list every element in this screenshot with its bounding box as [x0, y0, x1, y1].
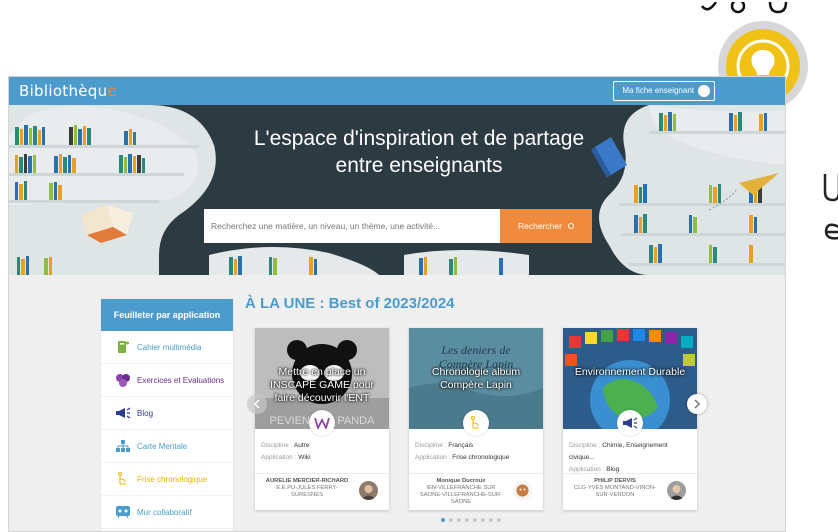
- discipline-value: Autre: [293, 442, 310, 449]
- cropped-side-text-fragment: [823, 174, 838, 267]
- carousel-dot[interactable]: [465, 518, 469, 522]
- application-value: Frise chronologique: [452, 454, 510, 461]
- chevron-right-icon: [694, 399, 701, 409]
- carousel-dot[interactable]: [489, 518, 493, 522]
- megaphone-icon: [115, 406, 131, 420]
- web-page: Bibliothèque Ma fiche enseignant L'espac…: [8, 76, 786, 532]
- sidebar-item-mur-collaboratif[interactable]: Mur collaboratif: [101, 496, 233, 529]
- carousel-dot[interactable]: [457, 518, 461, 522]
- discipline-label: Discipline :: [261, 442, 293, 449]
- carousel-dot[interactable]: [449, 518, 453, 522]
- main-content: Feuilleter par application Cahier multim…: [9, 275, 785, 531]
- featured-card[interactable]: Environnement Durable Discipline : Chimi…: [563, 328, 697, 510]
- featured-card[interactable]: Les deniers de Compère Lapin Chronologie…: [409, 328, 543, 510]
- mindmap-icon: [115, 439, 131, 453]
- discipline-value: Français: [448, 442, 474, 449]
- application-sidebar: Feuilleter par application Cahier multim…: [101, 299, 233, 531]
- application-label: Application :: [415, 454, 451, 461]
- sidebar-item-carte-mentale[interactable]: Carte Mentale: [101, 430, 233, 463]
- avatar: [513, 481, 532, 500]
- sidebar-item-blog[interactable]: Blog: [101, 397, 233, 430]
- screen: { "app": { "logo_main": "Bibliothèqu", "…: [0, 0, 838, 532]
- sidebar-item-cahier-multimedia[interactable]: Cahier multimédia: [101, 331, 233, 364]
- hero-title: L'espace d'inspiration et de partage ent…: [253, 127, 585, 177]
- search-bar: Rechercher: [204, 209, 592, 243]
- card-author: Monique Ducroux IEN-VILLEFRANCHE SUR SAON…: [409, 473, 543, 510]
- search-button[interactable]: Rechercher: [500, 209, 592, 243]
- avatar: [667, 481, 686, 500]
- discipline-label: Discipline :: [415, 442, 447, 449]
- card-author: PHILIP DERVIS CLG-YVES MONTAND-VINON-SUR-…: [563, 473, 697, 510]
- author-name: AURELIE MERCIER-RICHARD: [265, 478, 349, 484]
- application-value: Blog: [606, 466, 620, 473]
- carousel-dot[interactable]: [473, 518, 477, 522]
- avatar: [359, 481, 378, 500]
- search-button-label: Rechercher: [518, 221, 562, 231]
- logo-main: Bibliothèqu: [19, 82, 108, 100]
- carousel-prev-button[interactable]: [247, 394, 267, 414]
- carousel-dot[interactable]: [481, 518, 485, 522]
- timeline-icon: [463, 410, 489, 436]
- featured-section-title: À LA UNE : Best of 2023/2024: [245, 295, 455, 312]
- cropped-text-shape: [701, 0, 788, 14]
- card-details: Discipline : Autre Application : Wiki: [261, 440, 385, 464]
- sidebar-item-frise-chronologique[interactable]: Frise chronologique: [101, 463, 233, 496]
- card-title: Environnement Durable: [574, 366, 686, 378]
- teacher-profile-button[interactable]: Ma fiche enseignant: [613, 81, 715, 101]
- user-icon: [698, 85, 710, 97]
- megaphone-icon: [617, 410, 643, 436]
- sidebar-item-exercices[interactable]: Exercices et Evaluations: [101, 364, 233, 397]
- author-name: Monique Ducroux: [436, 478, 486, 484]
- teacher-profile-label: Ma fiche enseignant: [622, 86, 694, 95]
- wiki-icon: [309, 410, 335, 436]
- carousel-dot[interactable]: [441, 518, 445, 522]
- sidebar-item-label: Blog: [137, 409, 154, 418]
- cropped-heading-fragment: [700, 0, 820, 14]
- author-school: IEN-VILLEFRANCHE SUR SAONE-VILLEFRANCHE-…: [419, 485, 503, 505]
- card-details: Discipline : Français Application : Fris…: [415, 440, 539, 464]
- timeline-icon: [115, 472, 131, 486]
- wall-icon: [115, 505, 131, 519]
- sidebar-item-label: Carte Mentale: [137, 442, 188, 451]
- sidebar-header: Feuilleter par application: [101, 299, 233, 331]
- featured-card[interactable]: PEVIENS AS PANDA Mettre en place un INSC…: [255, 328, 389, 510]
- author-school: CLG-YVES MONTAND-VINON-SUR-VERDON: [573, 485, 657, 498]
- application-label: Application :: [261, 454, 297, 461]
- card-author: AURELIE MERCIER-RICHARD E.E.PU-JULES FERR…: [255, 473, 389, 510]
- sidebar-item-label: Cahier multimédia: [137, 343, 202, 352]
- search-input[interactable]: [204, 209, 500, 243]
- carousel-pagination: [441, 518, 501, 522]
- sidebar-item-label: Exercices et Evaluations: [137, 376, 225, 385]
- site-logo[interactable]: Bibliothèque: [19, 82, 117, 100]
- sidebar-item-label: Frise chronologique: [137, 475, 208, 484]
- author-school: E.E.PU-JULES FERRY-SURESNES: [276, 485, 338, 498]
- chevron-left-icon: [253, 399, 260, 409]
- discipline-label: Discipline :: [569, 442, 601, 449]
- search-icon: [567, 223, 574, 229]
- application-label: Application :: [569, 466, 605, 473]
- cropped-side-text-shape: [823, 174, 838, 240]
- sidebar-item-label: Mur collaboratif: [137, 508, 192, 517]
- logo-accent: e: [107, 82, 117, 100]
- exercises-icon: [115, 373, 131, 387]
- card-details: Discipline : Chimie, Enseignement civiqu…: [569, 440, 693, 476]
- hero-banner: L'espace d'inspiration et de partage ent…: [9, 105, 785, 275]
- card-title: Mettre en place un INSCAPE GAME pour fai…: [270, 366, 374, 404]
- card-title: Chronologie album Compère Lapin: [431, 366, 521, 391]
- notebook-icon: [115, 340, 131, 354]
- application-value: Wiki: [298, 454, 311, 461]
- top-navbar: Bibliothèque Ma fiche enseignant: [9, 77, 785, 105]
- svg-text:Les deniers de: Les deniers de: [440, 343, 511, 357]
- author-name: PHILIP DERVIS: [594, 478, 636, 484]
- carousel-next-button[interactable]: [687, 394, 707, 414]
- carousel-dot[interactable]: [497, 518, 501, 522]
